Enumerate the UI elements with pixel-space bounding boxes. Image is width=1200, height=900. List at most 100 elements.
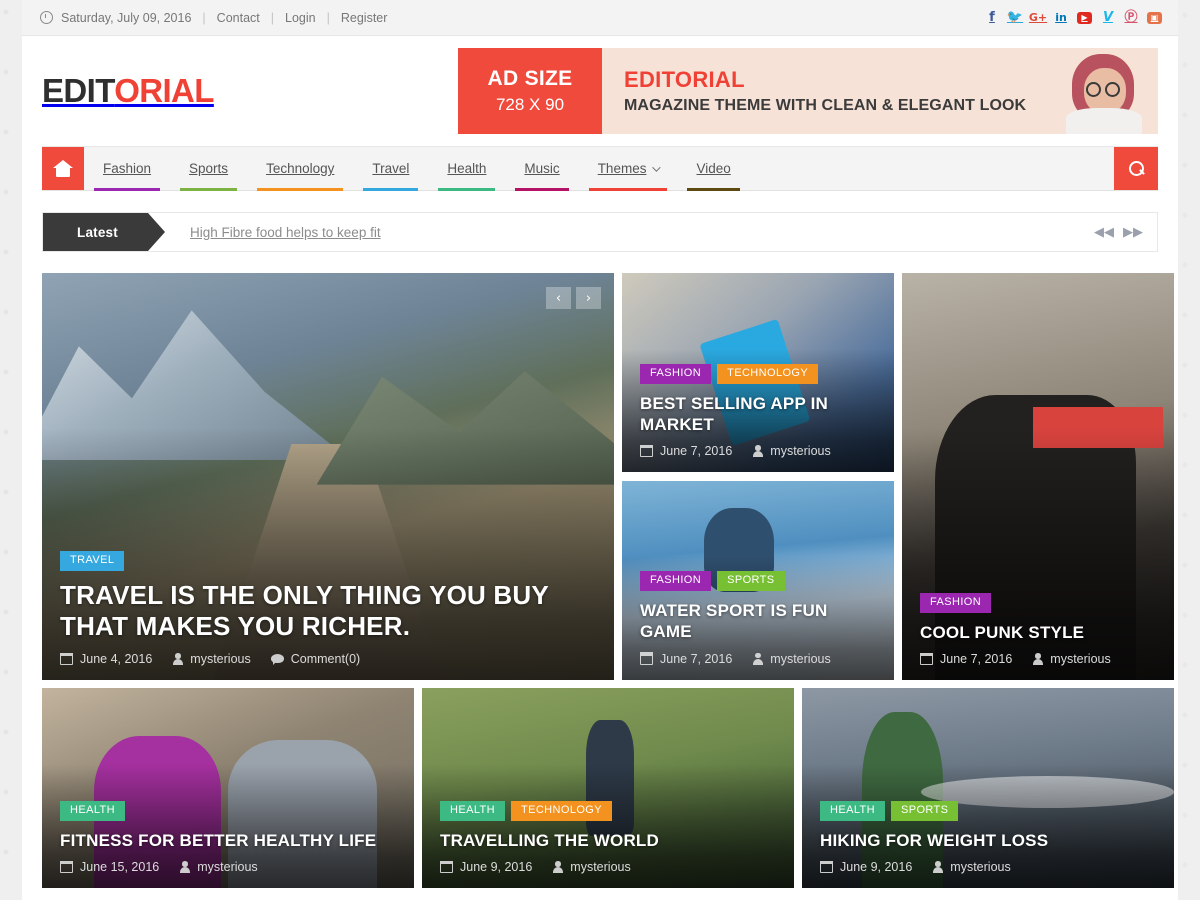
- nav-item-sports[interactable]: Sports: [170, 147, 247, 191]
- nav-underline: [588, 188, 668, 191]
- article-date: June 7, 2016: [639, 444, 732, 458]
- nav-item-fashion[interactable]: Fashion: [84, 147, 170, 191]
- article-date: June 4, 2016: [59, 652, 152, 666]
- tag-health[interactable]: HEALTH: [820, 800, 885, 821]
- facebook-icon[interactable]: f: [985, 11, 999, 25]
- google-plus-icon[interactable]: G+: [1029, 11, 1047, 25]
- linkedin-icon[interactable]: in: [1054, 11, 1068, 25]
- tag-sports[interactable]: SPORTS: [717, 571, 785, 591]
- page-container: Saturday, July 09, 2016 | Contact | Logi…: [22, 0, 1178, 900]
- article-tags: HEALTH SPORTS: [820, 800, 1156, 821]
- nav-item-music[interactable]: Music: [505, 147, 578, 191]
- ad-person-photo: [1046, 48, 1158, 134]
- register-link[interactable]: Register: [341, 11, 388, 25]
- article-grid-bottom: HEALTH FITNESS FOR BETTER HEALTHY LIFE J…: [42, 688, 1174, 888]
- separator: |: [326, 10, 330, 25]
- article-author-text: mysterious: [570, 860, 631, 874]
- site-header: EDITORIAL AD SIZE 728 X 90 EDITORIAL MAG…: [22, 36, 1178, 146]
- tag-health[interactable]: HEALTH: [440, 800, 505, 821]
- article-grid: ‹ › TRAVEL TRAVEL IS THE ONLY THING YOU …: [42, 273, 1174, 680]
- nav-underline: [180, 188, 238, 191]
- main-navigation: Fashion Sports Technology Travel Health …: [42, 146, 1158, 191]
- ad-size-label: AD SIZE: [487, 67, 573, 90]
- tag-fashion[interactable]: FASHION: [640, 571, 712, 591]
- site-logo[interactable]: EDITORIAL: [42, 72, 214, 110]
- user-icon: [179, 861, 190, 873]
- article-author-text: mysterious: [190, 652, 251, 666]
- calendar-icon: [59, 652, 74, 665]
- article-author-text: mysterious: [1050, 652, 1111, 666]
- tag-travel[interactable]: TRAVEL: [60, 550, 125, 571]
- article-card-travel-hero[interactable]: ‹ › TRAVEL TRAVEL IS THE ONLY THING YOU …: [42, 273, 614, 680]
- nav-label: Video: [696, 161, 731, 176]
- twitter-icon[interactable]: 🐦: [1007, 11, 1023, 25]
- article-card-cool-punk-style[interactable]: FASHION COOL PUNK STYLE June 7, 2016 mys…: [902, 273, 1174, 680]
- comment-icon: [270, 653, 284, 665]
- login-link[interactable]: Login: [285, 11, 316, 25]
- tag-fashion[interactable]: FASHION: [920, 592, 992, 613]
- next-double-arrow-icon[interactable]: ▶▶: [1123, 225, 1143, 240]
- nav-item-health[interactable]: Health: [428, 147, 505, 191]
- article-date: June 9, 2016: [819, 860, 913, 874]
- article-date-text: June 9, 2016: [840, 860, 913, 874]
- top-bar: Saturday, July 09, 2016 | Contact | Logi…: [22, 0, 1178, 36]
- latest-news-ticker: Latest High Fibre food helps to keep fit…: [42, 212, 1158, 252]
- search-button[interactable]: [1114, 147, 1158, 190]
- article-body: FASHION SPORTS WATER SPORT IS FUN GAME J…: [622, 571, 894, 680]
- nav-item-video[interactable]: Video: [677, 147, 749, 191]
- slider-next-button[interactable]: ›: [576, 287, 601, 309]
- calendar-icon: [639, 444, 654, 457]
- article-date-text: June 7, 2016: [660, 651, 733, 666]
- tag-technology[interactable]: TECHNOLOGY: [510, 800, 612, 821]
- article-card-hiking-weight-loss[interactable]: HEALTH SPORTS HIKING FOR WEIGHT LOSS Jun…: [802, 688, 1174, 888]
- nav-item-themes[interactable]: Themes: [579, 147, 678, 191]
- article-title: BEST SELLING APP IN MARKET: [640, 393, 828, 434]
- instagram-icon[interactable]: ▣: [1147, 11, 1162, 24]
- nav-label: Themes: [597, 161, 647, 176]
- nav-item-travel[interactable]: Travel: [353, 147, 428, 191]
- ad-body: EDITORIAL MAGAZINE THEME WITH CLEAN & EL…: [602, 48, 1158, 134]
- nav-label: Music: [524, 161, 560, 176]
- nav-label: Technology: [266, 161, 335, 176]
- article-card-travelling-the-world[interactable]: HEALTH TECHNOLOGY TRAVELLING THE WORLD J…: [422, 688, 794, 888]
- article-date: June 7, 2016: [639, 651, 733, 666]
- article-title: WATER SPORT IS FUN GAME: [640, 601, 828, 642]
- article-tags: HEALTH TECHNOLOGY: [440, 800, 776, 821]
- calendar-icon: [439, 860, 454, 873]
- article-author: mysterious: [172, 652, 251, 666]
- ticker-headline[interactable]: High Fibre food helps to keep fit: [148, 213, 1094, 251]
- vimeo-icon[interactable]: V: [1101, 11, 1115, 25]
- pinterest-icon[interactable]: Ⓟ: [1124, 11, 1138, 25]
- tag-technology[interactable]: TECHNOLOGY: [717, 363, 819, 384]
- slider-controls: ‹ ›: [546, 287, 601, 309]
- article-date-text: June 7, 2016: [940, 652, 1013, 666]
- article-meta: June 15, 2016 mysterious: [59, 860, 396, 874]
- article-title: FITNESS FOR BETTER HEALTHY LIFE: [60, 830, 377, 850]
- contact-link[interactable]: Contact: [217, 11, 260, 25]
- article-date-text: June 9, 2016: [460, 860, 533, 874]
- article-meta: June 7, 2016 mysterious: [919, 652, 1156, 666]
- ticker-controls: ◀◀ ▶▶: [1094, 213, 1157, 251]
- logo-text-red: ORIAL: [114, 72, 214, 109]
- article-card-best-selling-app[interactable]: FASHION TECHNOLOGY BEST SELLING APP IN M…: [622, 273, 894, 472]
- youtube-icon[interactable]: ▶: [1077, 11, 1092, 24]
- ad-banner[interactable]: AD SIZE 728 X 90 EDITORIAL MAGAZINE THEM…: [458, 48, 1158, 134]
- tag-sports[interactable]: SPORTS: [890, 800, 959, 821]
- article-author: mysterious: [179, 860, 258, 874]
- article-tags: FASHION: [920, 592, 1156, 613]
- article-comments-text: Comment(0): [290, 652, 361, 666]
- tag-health[interactable]: HEALTH: [60, 800, 125, 821]
- nav-item-technology[interactable]: Technology: [247, 147, 353, 191]
- user-icon: [752, 445, 763, 457]
- tag-fashion[interactable]: FASHION: [640, 363, 712, 384]
- prev-double-arrow-icon[interactable]: ◀◀: [1094, 225, 1114, 240]
- article-author-text: mysterious: [770, 651, 831, 666]
- article-card-fitness-healthy-life[interactable]: HEALTH FITNESS FOR BETTER HEALTHY LIFE J…: [42, 688, 414, 888]
- article-comments: Comment(0): [270, 652, 361, 666]
- nav-underline: [515, 188, 569, 191]
- home-icon[interactable]: [42, 147, 84, 190]
- article-card-water-sport[interactable]: FASHION SPORTS WATER SPORT IS FUN GAME J…: [622, 480, 894, 680]
- slider-prev-button[interactable]: ‹: [546, 287, 571, 309]
- calendar-icon: [819, 860, 834, 873]
- article-tags: TRAVEL: [60, 550, 596, 571]
